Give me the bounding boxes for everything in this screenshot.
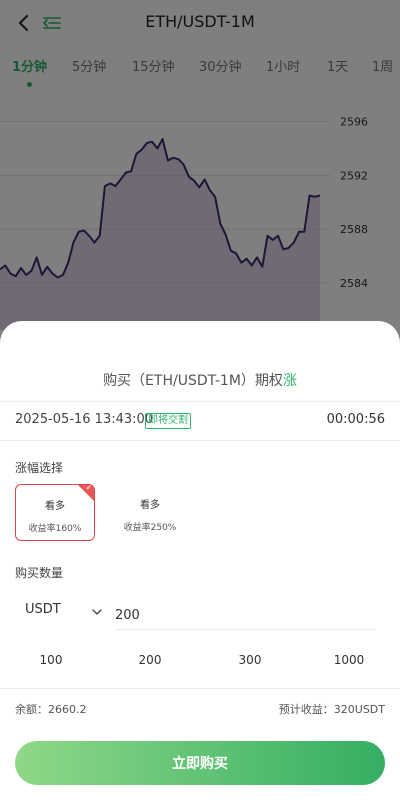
option-name: 看多	[140, 500, 160, 511]
divider	[0, 688, 400, 689]
settlement-time: 2025-05-16 13:43:00	[15, 412, 154, 427]
currency-select[interactable]: USDT	[25, 602, 61, 617]
countdown: 00:00:56	[326, 412, 385, 427]
option-name: 看多	[45, 501, 65, 512]
option-rate: 收益率160%	[28, 524, 82, 534]
quick-amount-200[interactable]: 200	[120, 653, 180, 667]
settlement-row: 2025-05-16 13:43:00 即将交割 00:00:56	[15, 412, 385, 432]
quick-amount-1000[interactable]: 1000	[319, 653, 379, 667]
divider	[0, 401, 400, 402]
divider	[0, 440, 400, 441]
sheet-title: 购买（ETH/USDT-1M）期权涨	[0, 370, 400, 390]
buy-button[interactable]: 立即购买	[15, 741, 385, 785]
option-card-160[interactable]: ✓ 看多 收益率160%	[15, 484, 95, 541]
chevron-down-icon[interactable]	[91, 603, 103, 615]
quick-amount-100[interactable]: 100	[21, 653, 81, 667]
range-label: 涨幅选择	[15, 461, 64, 475]
direction-label: 涨	[282, 373, 297, 389]
purchase-sheet: 购买（ETH/USDT-1M）期权涨 2025-05-16 13:43:00 即…	[0, 321, 400, 800]
option-rate: 收益率250%	[123, 523, 177, 533]
quantity-label: 购买数量	[15, 566, 64, 580]
amount-input[interactable]	[115, 601, 375, 630]
quick-amount-300[interactable]: 300	[220, 653, 280, 667]
option-card-250[interactable]: 看多 收益率250%	[110, 484, 190, 541]
expected-profit-text: 预计收益：320USDT	[278, 703, 385, 716]
sheet-title-text: 购买（ETH/USDT-1M）期权	[103, 373, 283, 389]
status-badge: 即将交割	[145, 413, 191, 429]
check-icon: ✓	[85, 484, 93, 493]
balance-text: 余额：2660.2	[15, 703, 87, 716]
